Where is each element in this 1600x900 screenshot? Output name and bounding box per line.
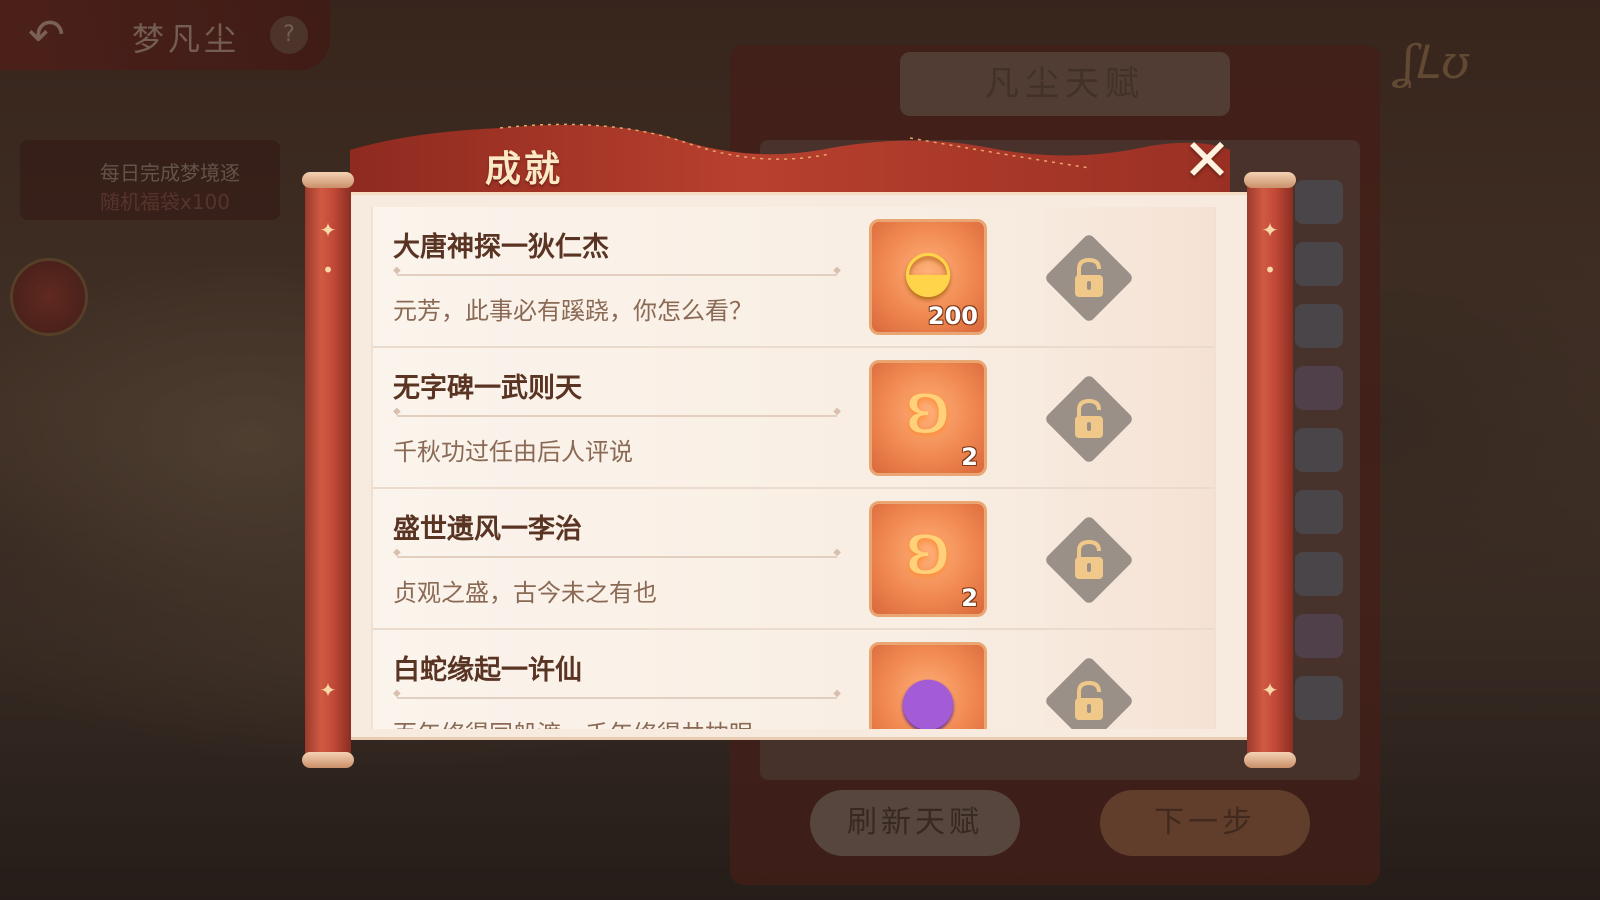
achievement-modal: 成就 ✕ ✦ • ✦ ✦ • ✦ 大唐神探一狄仁杰 元芳，此事必有蹊跷，你怎么看… xyxy=(302,110,1296,775)
ornament-icon: ✦ xyxy=(1261,218,1279,242)
close-icon[interactable]: ✕ xyxy=(1177,130,1237,190)
achievement-title: 大唐神探一狄仁杰 xyxy=(393,232,609,263)
ornament-icon: ✦ xyxy=(319,678,337,702)
claim-lock-button[interactable] xyxy=(1043,373,1135,465)
achievement-description: 千秋功过任由后人评说 xyxy=(393,438,633,466)
achievement-list[interactable]: 大唐神探一狄仁杰 元芳，此事必有蹊跷，你怎么看？ ◒ 200 无 xyxy=(371,207,1216,729)
reward-item[interactable]: ʚ 2 xyxy=(869,501,987,617)
claim-lock-button[interactable] xyxy=(1043,655,1135,729)
scroll-roller-right: ✦ • ✦ xyxy=(1244,172,1296,768)
jade-pendant-icon: ʚ xyxy=(905,365,951,449)
claim-lock-button[interactable] xyxy=(1043,232,1135,324)
gold-ingot-icon: ◒ xyxy=(902,236,954,304)
jade-pendant-icon: ʚ xyxy=(905,506,951,590)
achievement-title: 盛世遗风一李治 xyxy=(393,514,582,545)
divider xyxy=(393,265,841,276)
reward-item[interactable]: ● xyxy=(869,642,987,729)
scroll-roller-left: ✦ • ✦ xyxy=(302,172,354,768)
reward-item[interactable]: ◒ 200 xyxy=(869,219,987,335)
ornament-icon: ✦ xyxy=(319,218,337,242)
divider xyxy=(393,688,841,699)
reward-count: 200 xyxy=(927,302,978,330)
ornament-icon: • xyxy=(322,258,334,282)
scroll-paper: 大唐神探一狄仁杰 元芳，此事必有蹊跷，你怎么看？ ◒ 200 无 xyxy=(351,192,1247,740)
reward-count: 2 xyxy=(961,584,978,612)
achievement-row: 大唐神探一狄仁杰 元芳，此事必有蹊跷，你怎么看？ ◒ 200 xyxy=(373,207,1214,348)
achievement-row: 无字碑一武则天 千秋功过任由后人评说 ʚ 2 xyxy=(373,348,1214,489)
lock-icon xyxy=(1075,257,1103,297)
ornament-icon: • xyxy=(1264,258,1276,282)
lock-icon xyxy=(1075,398,1103,438)
divider xyxy=(393,406,841,417)
achievement-title: 无字碑一武则天 xyxy=(393,373,582,404)
achievement-title: 白蛇缘起一许仙 xyxy=(393,655,582,686)
divider xyxy=(393,547,841,558)
achievement-description: 元芳，此事必有蹊跷，你怎么看？ xyxy=(393,297,753,325)
reward-item[interactable]: ʚ 2 xyxy=(869,360,987,476)
achievement-description: 贞观之盛，古今未之有也 xyxy=(393,579,657,607)
lock-icon xyxy=(1075,539,1103,579)
reward-count: 2 xyxy=(961,443,978,471)
achievement-description: 百年修得同船渡，千年修得共枕眠 xyxy=(393,714,753,729)
achievement-row: 盛世遗风一李治 贞观之盛，古今未之有也 ʚ 2 xyxy=(373,489,1214,630)
lock-icon xyxy=(1075,680,1103,720)
purple-pouch-icon: ● xyxy=(899,661,957,729)
modal-title: 成就 xyxy=(485,149,564,190)
ornament-icon: ✦ xyxy=(1261,678,1279,702)
achievement-row: 白蛇缘起一许仙 百年修得同船渡，千年修得共枕眠 ● xyxy=(373,630,1214,729)
claim-lock-button[interactable] xyxy=(1043,514,1135,606)
